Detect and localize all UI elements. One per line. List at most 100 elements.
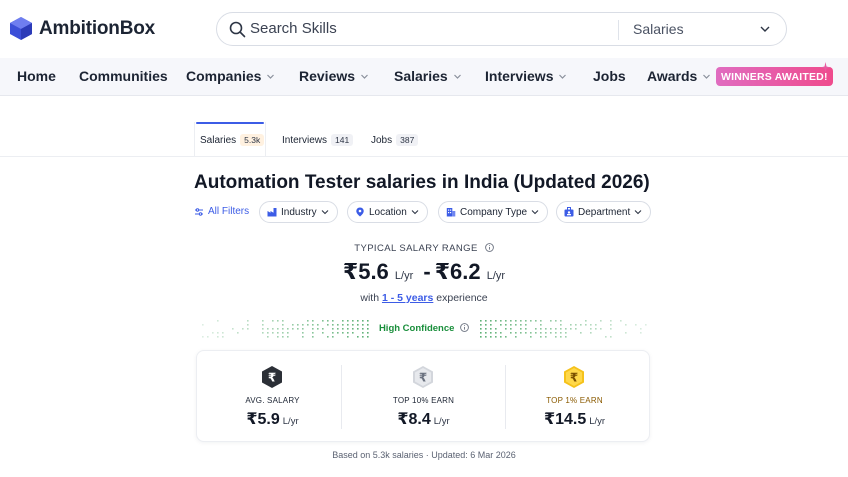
nav-item-awards[interactable]: Awards — [647, 68, 711, 84]
confidence-dot — [530, 336, 532, 338]
info-icon[interactable] — [484, 243, 494, 252]
factory-icon — [267, 208, 277, 217]
tab-label: Salaries — [200, 134, 237, 146]
filter-chip-location[interactable]: Location — [347, 201, 428, 223]
confidence-dot — [202, 336, 204, 338]
confidence-dot — [605, 336, 607, 338]
confidence-dot — [277, 320, 279, 322]
nav-label: Reviews — [299, 68, 356, 84]
confidence-dot — [322, 320, 324, 322]
chip-label: Department — [578, 206, 631, 218]
nav-item-salaries[interactable]: Salaries — [394, 68, 462, 84]
brand-logo[interactable]: AmbitionBox — [9, 16, 155, 41]
confidence-dot — [555, 336, 557, 338]
nav-label: Companies — [186, 68, 262, 84]
stat-amount: ₹5.9 — [246, 411, 280, 428]
stat-amount: ₹14.5 — [543, 411, 587, 428]
nav-label: Communities — [79, 68, 168, 84]
range-min: 5.6 — [358, 259, 389, 284]
experience-link[interactable]: 1 - 5 years — [382, 292, 433, 304]
confidence-dot — [500, 336, 502, 338]
confidence-dot — [610, 320, 612, 322]
rupee-badge-icon: ₹ — [413, 366, 433, 388]
chevron-down-icon — [634, 210, 642, 215]
nav-label: Interviews — [485, 68, 554, 84]
tab-count-badge: 387 — [396, 134, 419, 146]
tab-salaries[interactable]: Salaries 5.3k — [200, 134, 265, 146]
top-header: AmbitionBox Salaries — [0, 0, 848, 58]
confidence-dot — [515, 320, 517, 322]
confidence-dot — [217, 320, 219, 322]
confidence-dot — [307, 320, 309, 322]
brand-name: AmbitionBox — [39, 17, 156, 39]
confidence-dot — [480, 320, 482, 322]
tab-jobs[interactable]: Jobs 387 — [371, 134, 419, 146]
confidence-label: High Confidence — [200, 323, 648, 334]
confidence-dot — [362, 320, 364, 322]
active-tab-indicator — [196, 122, 264, 124]
confidence-text: High Confidence — [378, 323, 455, 334]
salary-range-label: TYPICAL SALARY RANGE — [0, 243, 848, 254]
confidence-dot — [312, 336, 314, 338]
nav-item-companies[interactable]: Companies — [186, 68, 275, 84]
rupee-badge-icon: ₹ — [262, 366, 282, 388]
location-pin-icon — [356, 207, 364, 217]
nav-label: Salaries — [394, 68, 448, 84]
confidence-dot — [347, 320, 349, 322]
chevron-down-icon[interactable] — [759, 23, 771, 35]
confidence-dot — [535, 320, 537, 322]
confidence-dot — [267, 336, 269, 338]
confidence-dot — [480, 336, 482, 338]
filter-chip-department[interactable]: Department — [556, 201, 652, 223]
salary-stats-card: ₹ AVG. SALARY ₹5.9 L/yr ₹ TOP 10% EARN ₹8… — [196, 350, 650, 442]
confidence-dot — [545, 336, 547, 338]
nav-item-reviews[interactable]: Reviews — [299, 68, 369, 84]
currency-symbol: ₹ — [342, 259, 359, 284]
section-tabs: Salaries 5.3k Interviews 141 Jobs 387 — [0, 122, 848, 157]
nav-item-communities[interactable]: Communities — [79, 68, 168, 84]
confidence-dot — [485, 336, 487, 338]
all-filters-button[interactable]: All Filters — [194, 206, 249, 217]
main-nav: Home Communities Companies Reviews Salar… — [0, 58, 848, 96]
confidence-dot — [515, 336, 517, 338]
confidence-dot — [357, 336, 359, 338]
confidence-dot — [555, 320, 557, 322]
sparkle-icon — [820, 62, 831, 73]
confidence-dot — [520, 320, 522, 322]
nav-item-home[interactable]: Home — [17, 68, 56, 84]
exp-suffix: experience — [436, 292, 488, 304]
tab-label: Jobs — [371, 134, 393, 146]
winners-awaited-badge[interactable]: WINNERS AWAITED! — [716, 67, 833, 86]
confidence-dot — [505, 320, 507, 322]
range-unit: L/yr — [486, 270, 506, 282]
confidence-dot — [367, 320, 369, 322]
tab-count-badge: 5.3k — [240, 134, 265, 146]
confidence-dot — [327, 336, 329, 338]
search-input[interactable] — [250, 20, 610, 37]
confidence-dot — [610, 336, 612, 338]
nav-item-interviews[interactable]: Interviews — [485, 68, 567, 84]
data-footnote: Based on 5.3k salaries · Updated: 6 Mar … — [332, 450, 516, 460]
search-bar: Salaries — [216, 12, 787, 46]
svg-text:₹: ₹ — [419, 371, 427, 385]
range-unit: L/yr — [394, 270, 414, 282]
search-scope-select[interactable]: Salaries — [633, 21, 684, 37]
tab-interviews[interactable]: Interviews 141 — [282, 134, 354, 146]
filter-chip-company-type[interactable]: Company Type — [438, 201, 549, 223]
confidence-dot — [277, 336, 279, 338]
stat-unit: L/yr — [589, 416, 606, 427]
confidence-dot — [362, 336, 364, 338]
chevron-down-icon — [531, 210, 539, 215]
tab-count-badge: 141 — [331, 134, 354, 146]
confidence-dot — [485, 320, 487, 322]
chevron-down-icon — [559, 74, 567, 79]
info-icon[interactable] — [460, 323, 469, 332]
confidence-dot — [357, 320, 359, 322]
nav-item-jobs[interactable]: Jobs — [593, 68, 626, 84]
building-icon — [446, 208, 456, 217]
range-label-text: TYPICAL SALARY RANGE — [354, 243, 478, 254]
filter-chip-industry[interactable]: Industry — [259, 201, 338, 223]
stat-value: ₹5.9 L/yr — [197, 409, 348, 429]
confidence-dot — [510, 320, 512, 322]
confidence-dot — [600, 320, 602, 322]
